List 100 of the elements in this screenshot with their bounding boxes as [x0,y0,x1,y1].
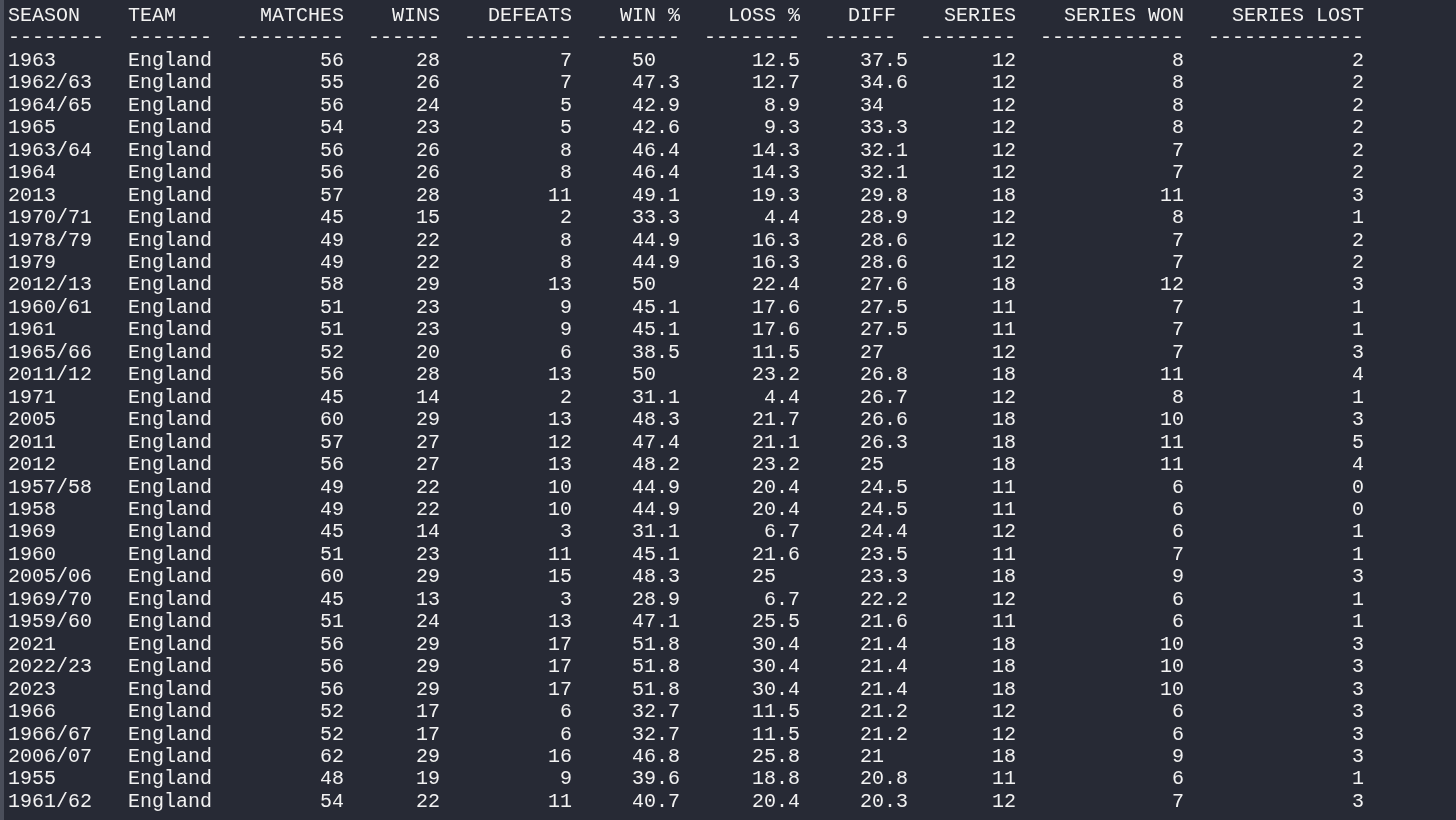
table-cell-text: 11 [547,543,573,567]
table-cell-text: 1958 [8,498,57,522]
table-cell-text: 1966/67 [8,723,93,746]
table-cell-text: 1 [1351,521,1365,544]
table-cell-text: 2005/06 [8,566,93,589]
table-cell-text: 49 [319,229,345,252]
table-cell-text: 6 [559,341,573,365]
table-cell-text: 47.1 [631,611,681,634]
table-cell-text: 7 [1171,229,1185,252]
table-cell-text: 15 [415,207,441,230]
table-cell-text: 3 [1351,274,1365,297]
table-cell-text: 18 [991,678,1017,702]
table-cell-text: 19.3 [751,184,801,208]
table-cell-text: 24.4 [859,521,909,544]
table-cell-text: 11 [547,790,573,814]
table-cell: England [128,678,212,702]
table-cell-text: 1955 [8,768,57,791]
table-cell-text: 16.3 [751,252,801,275]
table-cell-text: 2005 [8,409,57,432]
table-cell-text: 45.1 [631,296,681,320]
table-cell: England [128,745,212,769]
table-cell-text: 2011/12 [8,364,93,387]
table-cell: England [128,656,212,679]
table-cell-text: 21.1 [751,431,801,455]
table-cell-text: 11 [1159,431,1185,455]
table-cell-text: 7 [1171,296,1185,320]
column-rule: ------ [824,27,897,50]
table-cell-text: 28 [415,364,441,387]
table-cell-text: 27.5 [859,319,909,342]
table-cell-text: 13 [547,454,573,477]
table-cell-text: 45 [319,386,345,410]
table-cell-text: 1 [1351,296,1365,320]
column-rule: ------------ [1040,27,1185,50]
table-cell-text: 10 [1159,409,1185,432]
table-cell-text: 12 [991,521,1017,544]
table-cell-text: 6 [1171,768,1185,791]
table-cell-text: 1 [1351,386,1365,410]
table-cell-text: 51 [319,319,345,342]
column-header: TEAM [128,5,178,28]
table-cell-text: 12 [991,341,1017,365]
table-cell-text: 28.6 [859,252,909,275]
table-cell-text: 45.1 [631,543,681,567]
table-cell-text: 3 [1351,790,1365,814]
table-cell-text: 23 [415,543,441,567]
table-cell: England [128,498,212,522]
table-cell-text: 54 [319,790,345,814]
table-cell-text: 12 [991,229,1017,252]
table-cell-text: 2011 [8,431,57,455]
table-cell-text: 6 [1171,701,1185,724]
table-cell-text: 13 [547,364,573,387]
table-cell-text: 2 [1351,49,1365,73]
table-cell-text: 7 [559,72,573,95]
table-cell-text: 1961 [8,319,57,342]
table-cell-text: 18 [991,633,1017,657]
table-cell-text: 33.3 [631,207,681,230]
table-cell-text: 11 [991,319,1017,342]
table-cell: England [128,207,212,230]
column-header: WIN % [619,5,681,28]
table-cell-text: 46.4 [631,139,681,163]
table-cell-text: 1 [1351,611,1365,634]
table-cell-text: 8 [559,252,573,275]
table-cell-text: 32.7 [631,723,681,746]
table-cell: England [128,364,212,387]
table-cell-text: 10 [1159,656,1185,679]
table-cell: England [128,431,212,455]
table-cell-text: 11 [1159,364,1185,387]
table-cell-text: 1963/64 [8,139,93,163]
table-cell-text: 4 [1351,364,1365,387]
table-cell-text: 51 [319,611,345,634]
table-cell-text: 11.5 [751,723,801,746]
table-cell-text: 1 [1351,588,1365,612]
table-cell-text: 11 [1159,184,1185,208]
table-cell-text: 11 [991,476,1017,499]
table-cell-text: 6 [559,723,573,746]
table-cell-text: 1979 [8,252,57,275]
table-cell-text: 21.4 [859,656,909,679]
column-header: SERIES LOST [1231,5,1365,28]
table-cell-text: 22.2 [859,588,909,612]
table-cell-text: 51 [319,543,345,567]
table-cell-text: 18 [991,656,1017,679]
table-cell-text: 26 [415,72,441,95]
table-cell-text: 24.5 [859,476,909,499]
table-cell-text: 23 [415,117,441,140]
table-cell-text: 20.4 [751,498,801,522]
table-cell-text: 2021 [8,633,57,657]
table-cell-text: 21.6 [751,543,801,567]
table-cell-text: 12 [991,72,1017,95]
table-cell-text: 3 [1351,633,1365,657]
table-cell-text: 22 [415,229,441,252]
table-cell-text: 16 [547,745,573,769]
table-cell: England [128,49,212,73]
column-header: LOSS % [727,5,801,28]
column-rule: ------ [368,27,441,50]
table-cell-text: 26 [415,162,441,185]
table-cell-text: 6 [1171,476,1185,499]
table-cell-text: 1978/79 [8,229,93,252]
table-cell-text: 31.1 [631,386,681,410]
table-cell-text: 20.8 [859,768,909,791]
table-cell-text: 2 [1351,139,1365,163]
table-cell-text: 7 [1171,139,1185,163]
